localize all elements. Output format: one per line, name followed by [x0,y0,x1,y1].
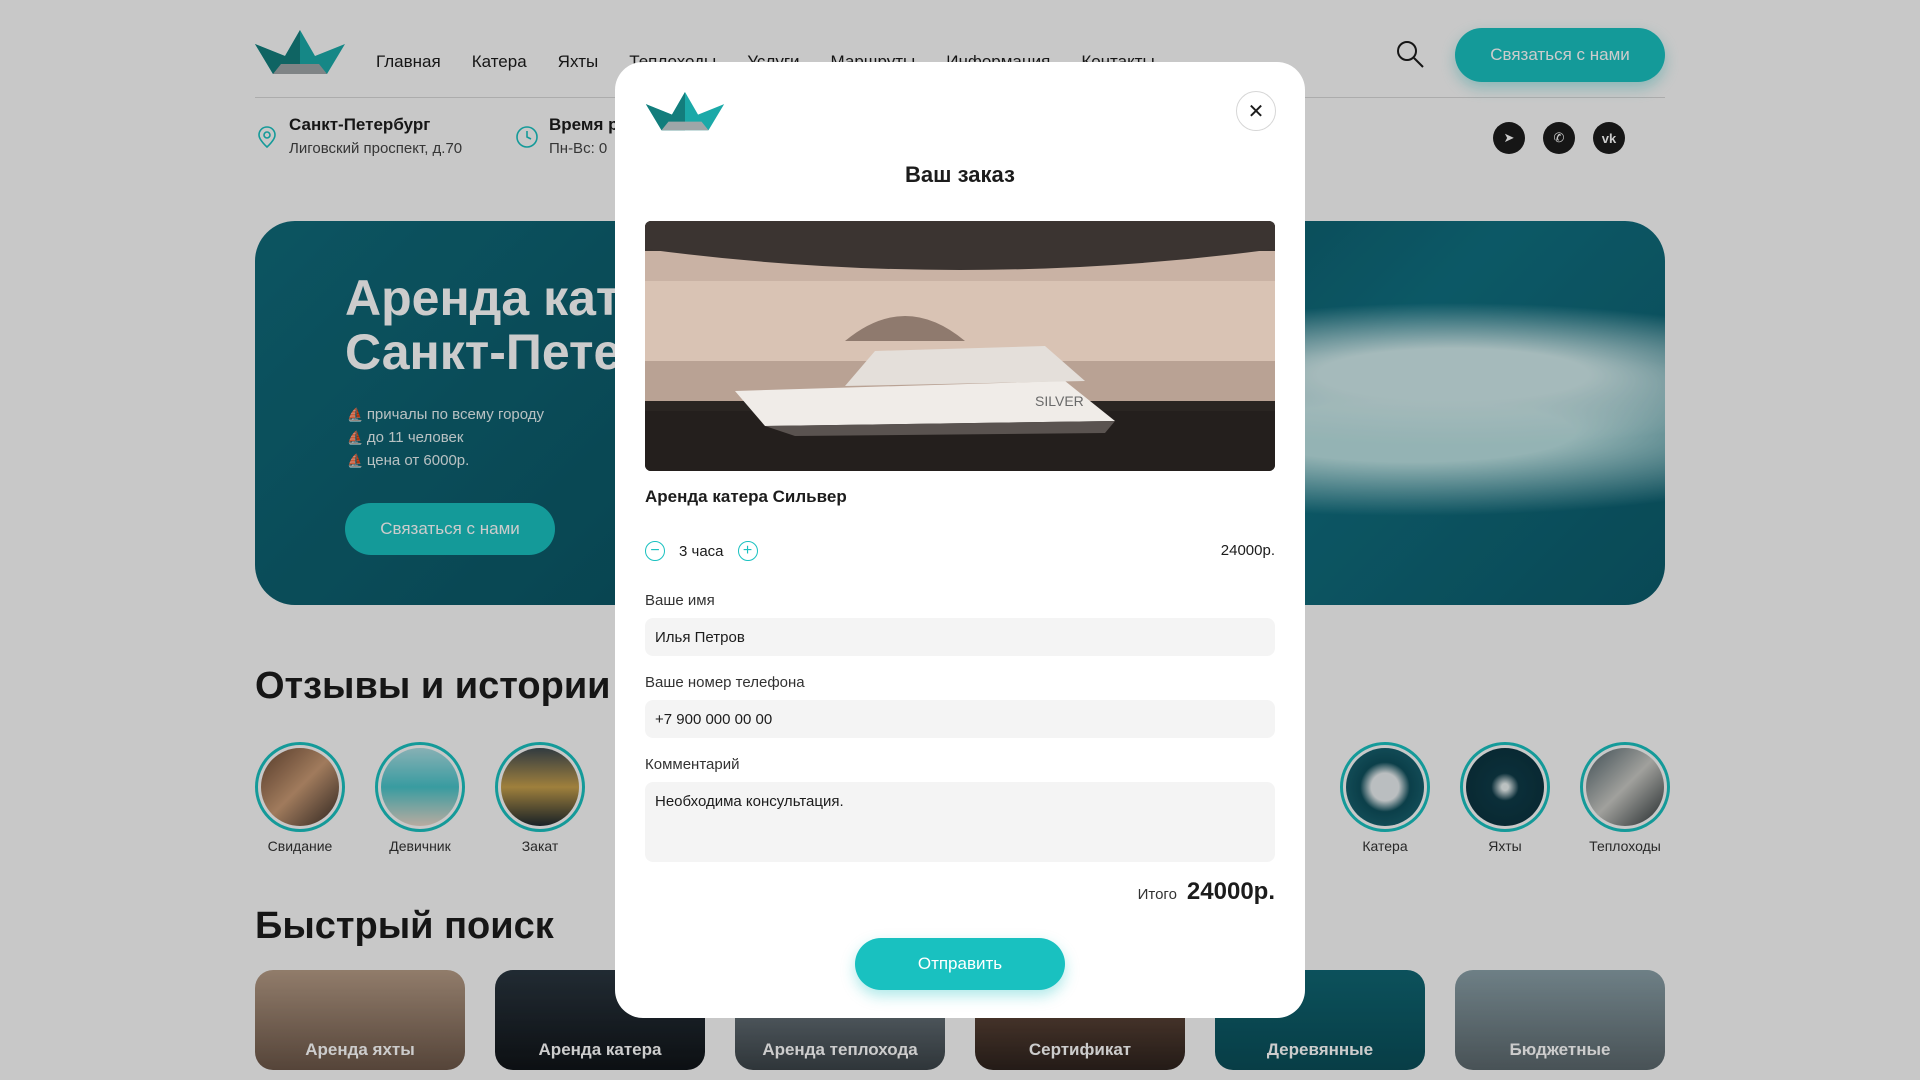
close-icon[interactable]: ✕ [1236,91,1276,131]
phone-field[interactable] [645,700,1275,738]
name-label: Ваше имя [645,592,715,609]
name-field[interactable] [645,618,1275,656]
duration-value: 3 часа [679,542,724,560]
plus-icon[interactable]: + [737,541,758,561]
comment-label: Комментарий [645,756,740,773]
product-image: SILVER [645,221,1275,471]
total-label: Итого [1137,886,1177,903]
submit-button[interactable]: Отправить [855,938,1065,990]
minus-icon[interactable]: − [645,541,665,561]
comment-field[interactable]: Необходима консультация. [645,782,1275,862]
product-name: Аренда катера Сильвер [645,487,847,506]
logo-icon [645,92,725,131]
line-price: 24000р. [1220,542,1275,559]
svg-text:SILVER: SILVER [1035,393,1084,409]
order-modal: ✕ Ваш заказ SILVER Аренда катера Сильвер… [615,62,1305,1018]
phone-label: Ваше номер телефона [645,674,805,691]
order-total: Итого 24000р. [1138,878,1275,906]
boat-illustration: SILVER [645,221,1275,471]
duration-stepper: − 3 часа + [645,541,758,561]
total-value: 24000р. [1186,878,1275,905]
modal-title: Ваш заказ [905,162,1015,187]
